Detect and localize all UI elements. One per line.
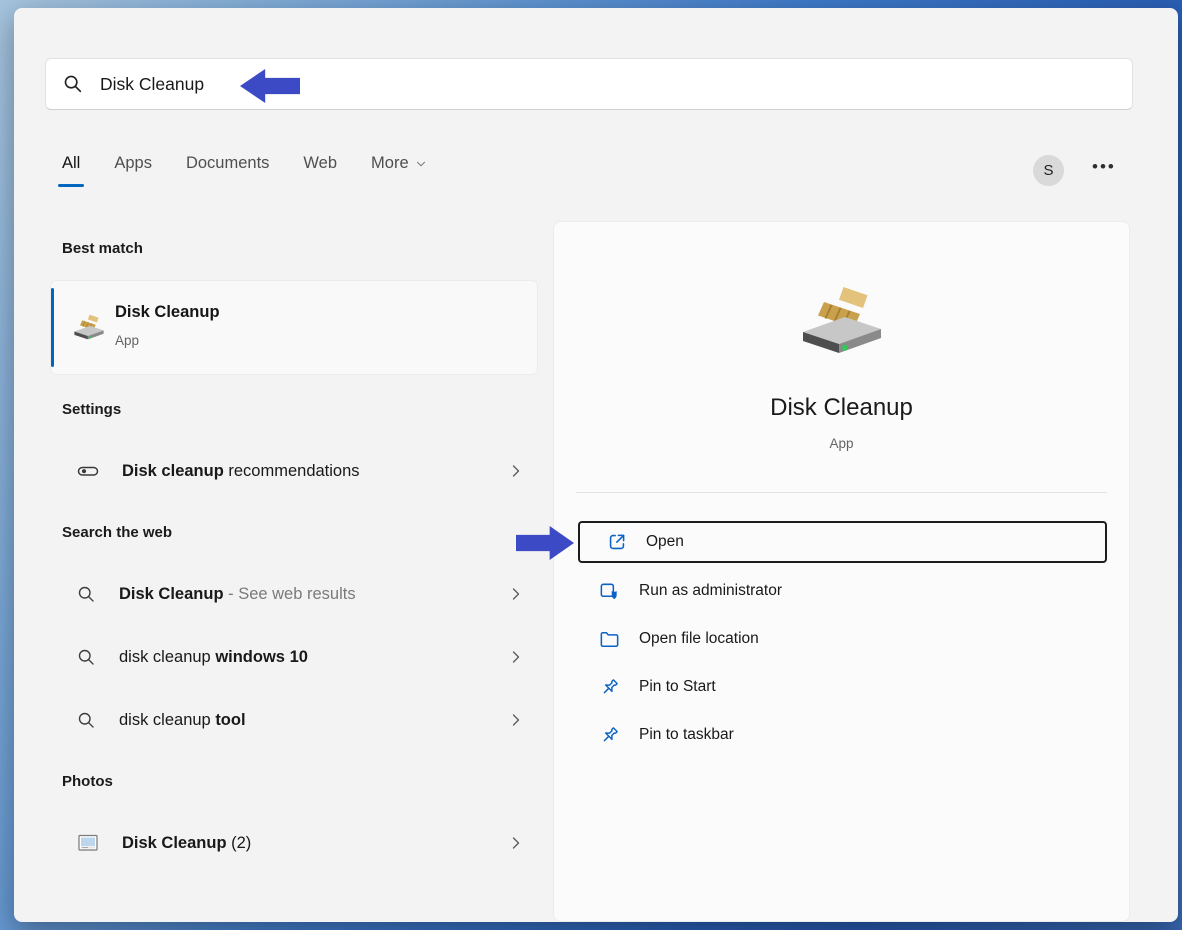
search-icon <box>76 647 97 668</box>
action-label: Pin to Start <box>639 678 716 696</box>
search-tabs: All Apps Documents Web More <box>62 154 428 187</box>
open-button-label: Open <box>646 533 684 551</box>
settings-result-disk-cleanup-recommendations[interactable]: Disk cleanup recommendations <box>50 445 538 497</box>
admin-shield-icon <box>598 580 621 603</box>
settings-heading: Settings <box>62 401 121 418</box>
options-ellipsis-button[interactable]: ••• <box>1092 157 1116 177</box>
tab-all[interactable]: All <box>62 154 80 187</box>
photo-thumbnail-icon <box>76 831 100 855</box>
chevron-right-icon <box>506 710 526 730</box>
pushpin-icon <box>598 724 621 747</box>
search-icon <box>76 584 97 605</box>
search-the-web-heading: Search the web <box>62 524 172 541</box>
settings-toggle-icon <box>76 459 100 483</box>
preview-pane: Disk Cleanup App Open Run as administrat… <box>553 221 1130 922</box>
chevron-right-icon <box>506 584 526 604</box>
pin-to-start-button[interactable]: Pin to Start <box>578 665 1107 709</box>
preview-divider <box>576 492 1107 493</box>
search-flyout: All Apps Documents Web More S ••• Best m… <box>14 8 1178 922</box>
folder-icon <box>598 628 621 651</box>
search-icon <box>76 710 97 731</box>
chevron-down-icon <box>414 157 428 171</box>
search-box[interactable] <box>45 58 1133 110</box>
pin-to-taskbar-button[interactable]: Pin to taskbar <box>578 713 1107 757</box>
run-as-administrator-button[interactable]: Run as administrator <box>578 569 1107 613</box>
preview-title: Disk Cleanup <box>554 394 1129 422</box>
action-label: Pin to taskbar <box>639 726 734 744</box>
open-file-location-button[interactable]: Open file location <box>578 617 1107 661</box>
tab-more[interactable]: More <box>371 154 428 187</box>
open-button[interactable]: Open <box>578 521 1107 563</box>
search-icon <box>62 73 84 95</box>
open-external-icon <box>606 531 628 553</box>
best-match-heading: Best match <box>62 240 143 257</box>
chevron-right-icon <box>506 461 526 481</box>
tab-web[interactable]: Web <box>303 154 337 187</box>
best-match-result[interactable]: Disk Cleanup App <box>50 280 538 375</box>
disk-cleanup-app-icon <box>71 311 107 343</box>
web-result-disk-cleanup-windows-10[interactable]: disk cleanup windows 10 <box>50 631 538 683</box>
action-label: Run as administrator <box>639 582 782 600</box>
best-match-title: Disk Cleanup <box>115 303 220 322</box>
photos-heading: Photos <box>62 773 113 790</box>
tab-apps[interactable]: Apps <box>114 154 152 187</box>
web-result-disk-cleanup-tool[interactable]: disk cleanup tool <box>50 694 538 746</box>
tab-documents[interactable]: Documents <box>186 154 269 187</box>
disk-cleanup-app-icon-large <box>794 278 890 362</box>
user-avatar[interactable]: S <box>1033 155 1064 186</box>
web-result-see-web-results[interactable]: Disk Cleanup - See web results <box>50 568 538 620</box>
chevron-right-icon <box>506 833 526 853</box>
chevron-right-icon <box>506 647 526 667</box>
best-match-subtitle: App <box>115 333 139 348</box>
pushpin-icon <box>598 676 621 699</box>
action-label: Open file location <box>639 630 759 648</box>
preview-subtitle: App <box>554 436 1129 451</box>
photos-result-disk-cleanup[interactable]: Disk Cleanup (2) <box>50 817 538 869</box>
